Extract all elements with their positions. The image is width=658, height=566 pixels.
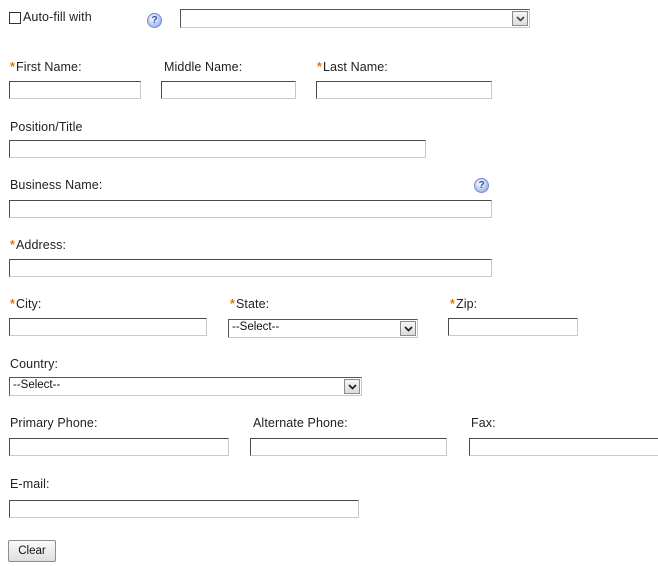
zip-input[interactable] <box>448 318 578 336</box>
state-selected: --Select-- <box>232 321 280 333</box>
alternate-phone-label: Alternate Phone: <box>253 416 348 430</box>
primary-phone-input[interactable] <box>9 438 229 456</box>
country-label: Country: <box>10 357 59 371</box>
first-name-label: *First Name: <box>10 60 82 74</box>
autofill-select[interactable] <box>180 9 530 28</box>
country-selected: --Select-- <box>13 379 61 391</box>
chevron-down-icon <box>400 321 416 336</box>
first-name-input[interactable] <box>9 81 141 99</box>
required-marker: * <box>10 238 15 252</box>
address-input[interactable] <box>9 259 492 277</box>
address-label-text: Address: <box>15 238 67 252</box>
required-marker: * <box>317 60 322 74</box>
primary-phone-label: Primary Phone: <box>10 416 98 430</box>
last-name-label: *Last Name: <box>317 60 388 74</box>
zip-label-text: Zip: <box>455 297 478 311</box>
required-marker: * <box>450 297 455 311</box>
chevron-down-icon <box>512 11 528 26</box>
middle-name-input[interactable] <box>161 81 296 99</box>
last-name-label-text: Last Name: <box>322 60 388 74</box>
fax-label: Fax: <box>471 416 496 430</box>
email-input[interactable] <box>9 500 359 518</box>
clear-button[interactable]: Clear <box>8 540 56 562</box>
autofill-label: Auto-fill with <box>23 10 92 24</box>
help-icon[interactable]: ? <box>474 178 489 193</box>
city-label: *City: <box>10 297 41 311</box>
zip-label: *Zip: <box>450 297 477 311</box>
help-icon-glyph: ? <box>478 180 485 191</box>
state-select[interactable]: --Select-- <box>228 319 418 338</box>
city-input[interactable] <box>9 318 207 336</box>
position-title-input[interactable] <box>9 140 426 158</box>
help-icon-glyph: ? <box>151 15 158 26</box>
alternate-phone-input[interactable] <box>250 438 447 456</box>
country-select[interactable]: --Select-- <box>9 377 362 396</box>
last-name-input[interactable] <box>316 81 492 99</box>
middle-name-label: Middle Name: <box>164 60 243 74</box>
required-marker: * <box>10 297 15 311</box>
address-label: *Address: <box>10 238 66 252</box>
business-name-input[interactable] <box>9 200 492 218</box>
required-marker: * <box>10 60 15 74</box>
required-marker: * <box>230 297 235 311</box>
city-label-text: City: <box>15 297 42 311</box>
position-title-label: Position/Title <box>10 120 83 134</box>
autofill-checkbox[interactable] <box>9 12 21 24</box>
state-label: *State: <box>230 297 269 311</box>
first-name-label-text: First Name: <box>15 60 82 74</box>
email-label: E-mail: <box>10 477 50 491</box>
state-label-text: State: <box>235 297 270 311</box>
help-icon[interactable]: ? <box>147 13 162 28</box>
fax-input[interactable] <box>469 438 658 456</box>
chevron-down-icon <box>344 379 360 394</box>
business-name-label: Business Name: <box>10 178 103 192</box>
